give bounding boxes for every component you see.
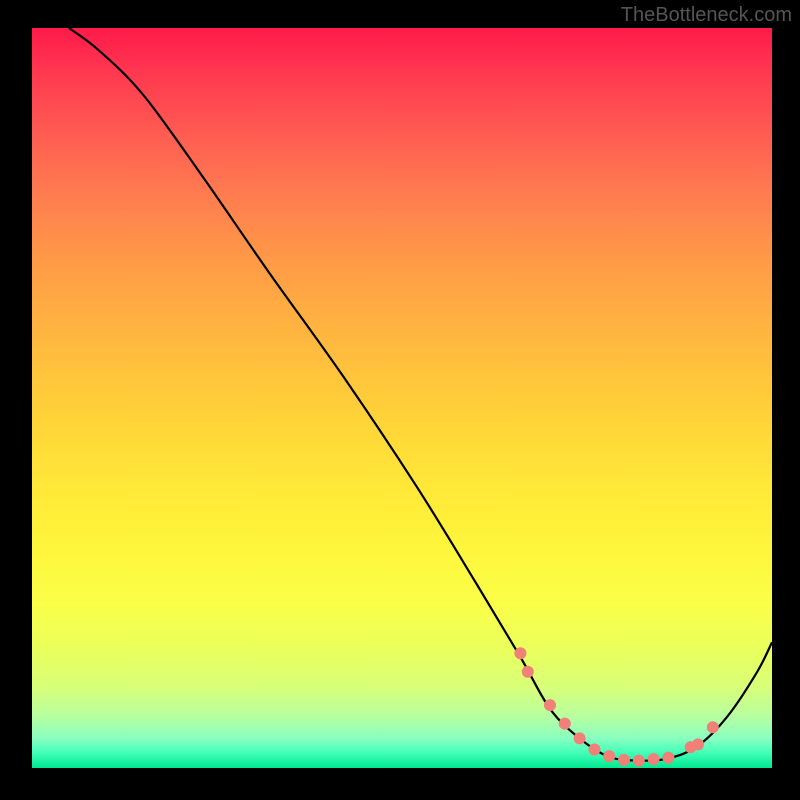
highlight-dot [603,750,615,762]
highlight-dot [662,752,674,764]
highlight-dots-group [514,647,718,766]
chart-svg-layer [32,28,772,768]
highlight-dot [692,738,704,750]
highlight-dot [588,744,600,756]
highlight-dot [544,699,556,711]
chart-plot-area [32,28,772,768]
highlight-dot [648,753,660,765]
highlight-dot [633,755,645,767]
attribution-text: TheBottleneck.com [621,4,792,27]
highlight-dot [514,647,526,659]
highlight-dot [707,721,719,733]
highlight-dot [559,718,571,730]
highlight-dot [522,666,534,678]
bottleneck-curve [69,28,772,761]
highlight-dot [618,754,630,766]
highlight-dot [574,732,586,744]
